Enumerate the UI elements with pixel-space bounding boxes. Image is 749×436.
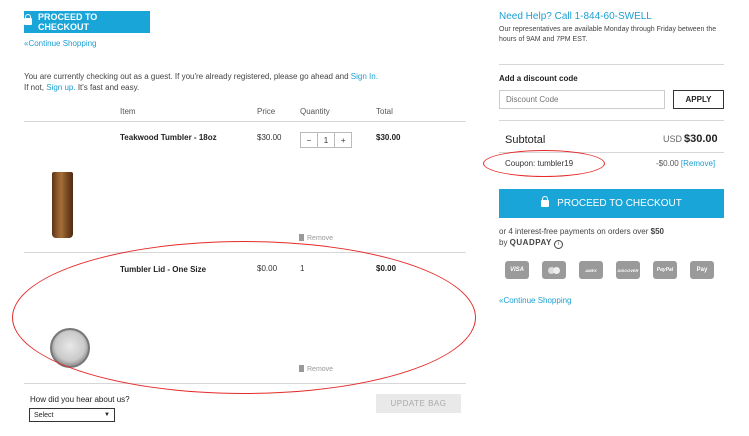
sign-in-link[interactable]: Sign In. (351, 72, 378, 81)
paypal-icon: PayPal (653, 261, 677, 279)
quantity-stepper[interactable]: − 1 + (300, 132, 352, 148)
apple-pay-icon: Pay (690, 261, 714, 279)
proceed-to-checkout-button-top[interactable]: PROCEED TO CHECKOUT (24, 11, 150, 33)
qty-increment-button[interactable]: + (334, 133, 351, 147)
discover-icon: DISCOVER (616, 261, 640, 279)
subtotal-label: Subtotal (505, 134, 546, 146)
discount-code-input[interactable] (499, 90, 665, 109)
annotation-oval (483, 150, 605, 177)
hear-about-us-label: How did you hear about us? (30, 395, 130, 404)
col-price-header: Price (257, 107, 276, 116)
subtotal-currency: USD (663, 134, 683, 144)
trash-icon (299, 234, 304, 241)
help-text: Our representatives are available Monday… (499, 26, 717, 43)
payment-methods: VISA AMEX DISCOVER PayPal Pay (505, 261, 714, 279)
qty-value[interactable]: 1 (318, 133, 335, 147)
lock-icon (541, 195, 550, 208)
quadpay-info: or 4 interest-free payments on orders ov… (499, 227, 664, 249)
item-name: Teakwood Tumbler - 18oz (120, 133, 217, 142)
col-quantity-header: Quantity (300, 107, 330, 116)
amex-icon: AMEX (579, 261, 603, 279)
update-bag-button[interactable]: UPDATE BAG (376, 394, 461, 413)
help-title[interactable]: Need Help? Call 1-844-60-SWELL (499, 11, 652, 22)
item-total: $30.00 (376, 133, 401, 142)
col-total-header: Total (376, 107, 393, 116)
continue-shopping-link-bottom[interactable]: «Continue Shopping (499, 296, 572, 305)
mastercard-icon (542, 261, 566, 279)
discount-label: Add a discount code (499, 74, 578, 83)
checkout-label: PROCEED TO CHECKOUT (37, 12, 98, 32)
qty-decrement-button[interactable]: − (301, 133, 318, 147)
item-price: $30.00 (257, 133, 282, 142)
hear-about-us-select[interactable]: Select ▼ (29, 408, 115, 422)
sign-up-link[interactable]: Sign up. (46, 83, 75, 92)
coupon-value: -$0.00 [Remove] (656, 159, 716, 168)
coupon-remove-link[interactable]: [Remove] (681, 159, 715, 168)
info-icon[interactable]: i (554, 240, 564, 249)
col-item-header: Item (120, 107, 136, 116)
subtotal-value: $30.00 (684, 133, 718, 145)
quadpay-logo: QUADPAY (509, 238, 552, 247)
continue-shopping-link-top[interactable]: «Continue Shopping (24, 39, 97, 48)
divider (499, 64, 724, 65)
chevron-down-icon: ▼ (104, 412, 110, 418)
divider (24, 121, 466, 122)
teakwood-tumbler-image (52, 172, 73, 238)
lock-icon (24, 14, 32, 26)
visa-icon: VISA (505, 261, 529, 279)
annotation-oval (12, 241, 476, 394)
remove-link[interactable]: Remove (299, 234, 333, 242)
apply-button[interactable]: APPLY (673, 90, 724, 109)
guest-message: You are currently checking out as a gues… (24, 72, 378, 92)
divider (499, 120, 724, 121)
proceed-to-checkout-button[interactable]: PROCEED TO CHECKOUT (499, 189, 724, 218)
